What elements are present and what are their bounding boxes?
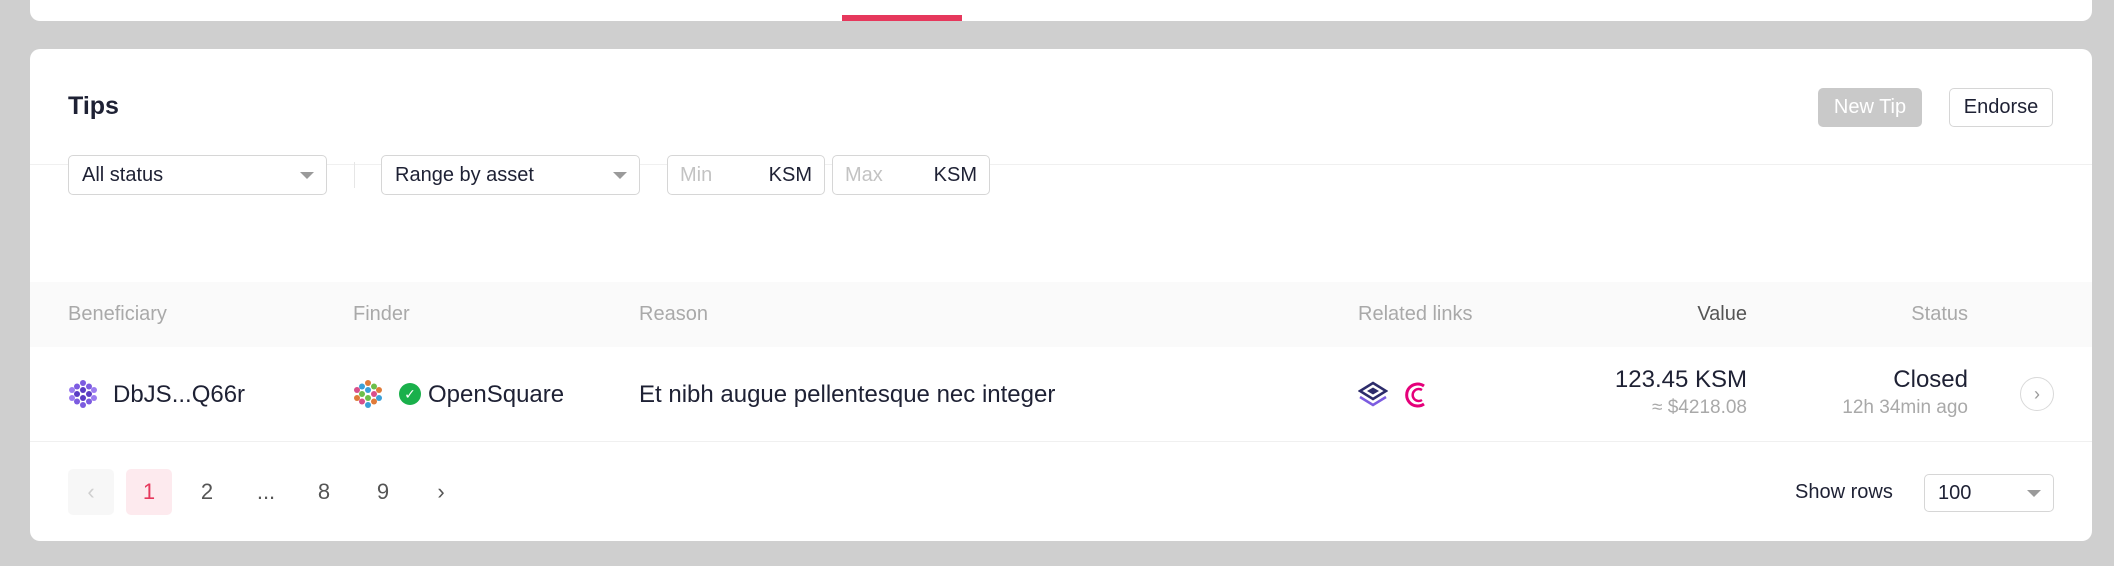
- min-amount-input[interactable]: Min KSM: [667, 155, 825, 195]
- polkadot-identicon-icon: [69, 380, 97, 408]
- min-placeholder: Min: [680, 164, 713, 186]
- tip-value: 123.45 KSM: [1614, 366, 1747, 393]
- pagination-ellipsis: ...: [256, 479, 276, 504]
- pagination-page-8[interactable]: 8: [301, 469, 347, 515]
- caret-down-icon: [613, 172, 627, 179]
- status-filter-value: All status: [82, 163, 164, 186]
- caret-down-icon: [2027, 490, 2041, 497]
- max-unit: KSM: [933, 164, 977, 186]
- finder-name[interactable]: OpenSquare: [428, 381, 564, 409]
- column-related-links: Related links: [1358, 303, 1473, 325]
- range-filter-select[interactable]: Range by asset: [381, 155, 640, 195]
- column-value: Value: [1697, 303, 1747, 325]
- pagination-page-2[interactable]: 2: [184, 469, 230, 515]
- show-rows-label: Show rows: [1795, 481, 1893, 503]
- pagination-next-button[interactable]: ›: [418, 469, 464, 515]
- column-status: Status: [1911, 303, 1968, 325]
- filter-divider: [354, 162, 355, 188]
- max-placeholder: Max: [845, 164, 883, 186]
- tip-value-fiat: ≈ $4218.08: [1652, 397, 1747, 418]
- page-title: Tips: [68, 92, 119, 120]
- active-tab-indicator: [842, 15, 962, 21]
- tip-status: Closed: [1893, 366, 1968, 393]
- rows-per-page-value: 100: [1938, 481, 1972, 504]
- endorse-button[interactable]: Endorse: [1949, 88, 2053, 127]
- new-tip-button[interactable]: New Tip: [1818, 88, 1922, 127]
- tip-status-time: 12h 34min ago: [1842, 397, 1968, 418]
- polkassembly-icon[interactable]: [1402, 380, 1432, 410]
- column-finder: Finder: [353, 303, 410, 325]
- pagination-page-1[interactable]: 1: [126, 469, 172, 515]
- tip-reason[interactable]: Et nibh augue pellentesque nec integer: [639, 381, 1055, 409]
- chevron-right-icon[interactable]: ›: [2020, 377, 2054, 411]
- subsquare-icon[interactable]: [1358, 380, 1388, 410]
- previous-card: [30, 0, 2092, 21]
- verified-check-icon: ✓: [399, 383, 421, 405]
- column-beneficiary: Beneficiary: [68, 303, 167, 325]
- pagination-prev-button[interactable]: ‹: [68, 469, 114, 515]
- pagination-page-9[interactable]: 9: [360, 469, 406, 515]
- table-row[interactable]: DbJS...Q66r ✓ OpenSquare Et nibh augue p…: [30, 347, 2092, 442]
- max-amount-input[interactable]: Max KSM: [832, 155, 990, 195]
- status-filter-select[interactable]: All status: [68, 155, 327, 195]
- column-reason: Reason: [639, 303, 708, 325]
- table-header: Beneficiary Finder Reason Related links …: [30, 282, 2092, 347]
- finder-identicon-icon: [354, 380, 382, 408]
- range-filter-value: Range by asset: [395, 163, 534, 186]
- rows-per-page-select[interactable]: 100: [1924, 474, 2054, 512]
- min-unit: KSM: [768, 164, 812, 186]
- caret-down-icon: [300, 172, 314, 179]
- card-header: Tips: [30, 49, 2092, 165]
- beneficiary-address[interactable]: DbJS...Q66r: [113, 381, 245, 409]
